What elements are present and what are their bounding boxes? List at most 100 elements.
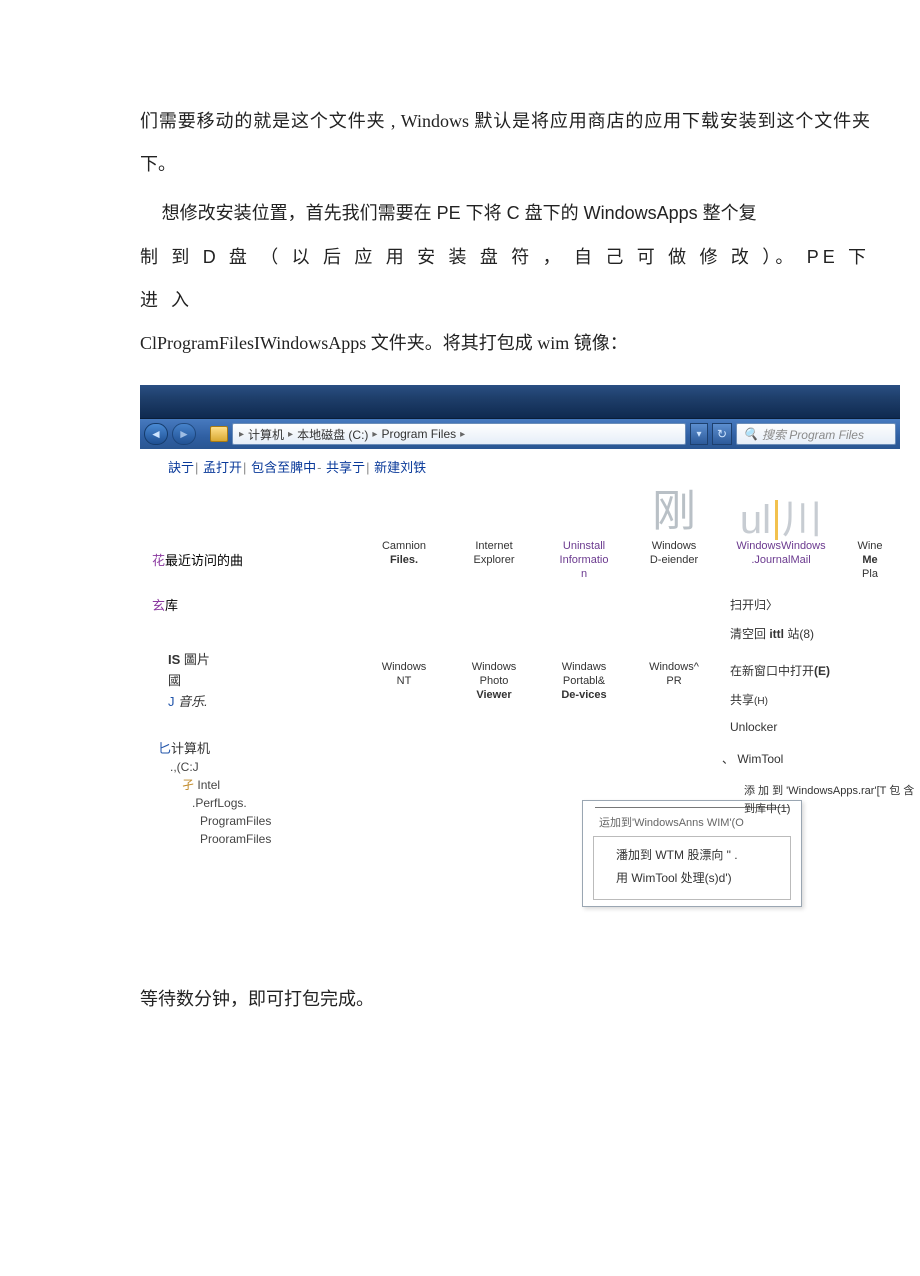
cmd-item[interactable]: 新建刘铁 [374, 460, 426, 475]
window-titlebar [140, 385, 900, 419]
rmenu-wimtool[interactable]: 、 WimTool [722, 740, 920, 773]
nav-item-guo[interactable]: 國 [152, 669, 302, 690]
folder-windows-media-player[interactable]: Wine Me Pla [850, 490, 890, 581]
nav-lib-label: 库 [165, 598, 178, 613]
folder-windows-photo-viewer[interactable]: Windows Photo Viewer [456, 611, 532, 702]
refresh-icon: ↻ [717, 427, 727, 441]
nav-c-drive[interactable]: .,(C:J [152, 758, 302, 776]
nav-intel-prefix: 孑 [182, 778, 194, 792]
folder-windows-nt[interactable]: Windows NT [366, 611, 442, 702]
folder-label: Photo [480, 675, 509, 687]
breadcrumb-seg-cdrive[interactable]: 本地磁盘 (C:) [297, 426, 368, 443]
folder-common-files[interactable]: Camnion Files. [366, 490, 442, 581]
folder-label: WindowsWindows [736, 540, 825, 552]
context-menu-item-add-wtm[interactable]: 潘加到 WTM 股漂向 " . [600, 843, 784, 866]
search-input[interactable]: 🔍 搜索 Program Files [736, 423, 896, 445]
refresh-button[interactable]: ↻ [712, 423, 732, 445]
chevron-right-icon: ▸ [372, 429, 377, 440]
cmd-item[interactable]: 共享亍 [326, 460, 365, 475]
rmenu-label: 站(8) [784, 627, 814, 641]
nav-perflogs[interactable]: .PerfLogs. [152, 794, 302, 812]
command-bar: 訣亍| 孟打开| 包含至脾中- 共享亍| 新建刘铁 [140, 449, 900, 480]
chevron-right-icon: ▸ [460, 429, 465, 440]
paragraph-3: 等待数分钟，即可打包完成。 [140, 950, 870, 1020]
folder-label: Windaws [562, 661, 607, 673]
nav-recent[interactable]: 花最近访问的曲 [152, 550, 302, 569]
nav-lib-prefix: 玄 [152, 598, 165, 613]
folder-label: Viewer [476, 689, 511, 701]
rmenu-label: ittl [769, 627, 784, 641]
rmenu-label: (H) [754, 696, 768, 707]
folder-label: Portabl& [563, 675, 605, 687]
search-icon: 🔍 [743, 427, 758, 441]
folder-label: Internet [475, 540, 512, 552]
nav-pictures[interactable]: IS 圖片 [152, 648, 302, 669]
paragraph-2b: 制 到 D 盘 （ 以 后 应 用 安 装 盘 符 ， 自 己 可 做 修 改 … [140, 236, 870, 322]
rmenu-share[interactable]: 共享(H) [722, 685, 920, 714]
folder-uninstall-information[interactable]: Uninstall Informatio n [546, 490, 622, 581]
nav-music-prefix: J [168, 694, 175, 709]
folder-label: PR [666, 675, 681, 687]
nav-forward-button[interactable]: ► [172, 423, 196, 445]
nav-programfiles-1[interactable]: ProgramFiles [152, 812, 302, 830]
nav-programfiles-2[interactable]: ProoramFiles [152, 830, 302, 848]
rmenu-empty-recycle[interactable]: 清空回 ittl 站(8) [722, 619, 920, 648]
folder-label: Wine [857, 540, 882, 552]
nav-libraries[interactable]: 玄库 [152, 595, 302, 614]
nav-back-button[interactable]: ◄ [144, 423, 168, 445]
context-menu-box: 潘加到 WTM 股漂向 " . 用 WimTool 处理(s)d') [593, 836, 791, 900]
folder-label: n [581, 568, 587, 580]
divider-icon [775, 500, 778, 540]
folder-windows-defender[interactable]: 刚 Windows D-eiender [636, 490, 712, 581]
folder-glyph: ul [740, 500, 771, 540]
explorer-client-area: 花最近访问的曲 玄库 IS 圖片 國 J 音乐. 匕计算机 .,(C:J [140, 480, 900, 950]
folder-label: Me [862, 554, 877, 566]
folder-windows-portable-devices[interactable]: Windaws Portabl& De-vices [546, 611, 622, 702]
folder-label: D-eiender [650, 554, 698, 566]
breadcrumb-seg-programfiles[interactable]: Program Files [381, 427, 456, 441]
nav-pic-prefix: IS [168, 652, 180, 667]
folder-icon [210, 426, 228, 442]
address-bar: ◄ ► ▸ 计算机 ▸ 本地磁盘 (C:) ▸ Program Files ▸ … [140, 419, 900, 449]
cmd-item[interactable]: 孟打开 [203, 460, 242, 475]
rmenu-label: 共享 [730, 693, 754, 707]
nav-recent-prefix: 花 [152, 553, 165, 568]
rmenu-open-new-window[interactable]: 在新窗口中打开(E) [722, 648, 920, 685]
folder-label: De-vices [561, 689, 606, 701]
nav-intel-label: Intel [197, 778, 220, 792]
context-menu-item-wimtool[interactable]: 用 WimTool 处理(s)d') [600, 866, 784, 889]
folder-label: Windows [382, 661, 427, 673]
breadcrumb-seg-computer[interactable]: 计算机 [248, 426, 284, 443]
rmenu-unlocker[interactable]: Unlocker [722, 714, 920, 740]
arrow-right-icon: ► [178, 427, 190, 441]
folder-windows-pr[interactable]: Windows^ PR [636, 611, 712, 702]
cmd-item[interactable]: 訣亍 [168, 460, 194, 475]
breadcrumb-dropdown-button[interactable]: ▾ [690, 423, 708, 445]
folder-internet-explorer[interactable]: Internet Explorer [456, 490, 532, 581]
nav-computer[interactable]: 匕计算机 [152, 737, 302, 758]
breadcrumb[interactable]: ▸ 计算机 ▸ 本地磁盘 (C:) ▸ Program Files ▸ [232, 423, 686, 445]
nav-music[interactable]: J 音乐. [152, 690, 302, 711]
paragraph-2c: ClProgramFilesIWindowsApps 文件夹。将其打包成 wim… [140, 322, 870, 365]
folder-glyph: 刚 [636, 490, 712, 540]
icon-row-1: Camnion Files. Internet Explorer Uninsta… [312, 490, 900, 581]
folder-label: Files. [390, 554, 418, 566]
folder-label: Informatio [560, 554, 609, 566]
paragraph-1: 们需要移动的就是这个文件夹 , Windows 默认是将应用商店的应用下载安装到… [140, 100, 870, 186]
folder-windows-journal-mail[interactable]: ul 川 WindowsWindows .JournalMail [726, 490, 836, 581]
folder-label: Pla [862, 568, 878, 580]
nav-comp-label: 计算机 [171, 741, 210, 756]
chevron-down-icon: ▾ [696, 429, 701, 440]
nav-recent-label: 最近访问的曲 [165, 553, 243, 568]
folder-icons-area: Camnion Files. Internet Explorer Uninsta… [312, 490, 900, 950]
folder-label: Windows [472, 661, 517, 673]
rmenu-add-to-rar[interactable]: 添 加 到 'WindowsApps.rar'[T 包 含 到库中(1) [722, 773, 920, 818]
navigation-pane: 花最近访问的曲 玄库 IS 圖片 國 J 音乐. 匕计算机 .,(C:J [152, 490, 302, 950]
folder-label: Windows [652, 540, 697, 552]
folder-glyph: 川 [782, 500, 822, 540]
paragraph-2a: 想修改安装位置，首先我们需要在 PE 下将 C 盘下的 WindowsApps … [140, 192, 870, 235]
rmenu-open[interactable]: 扫开归〉 [722, 590, 920, 619]
chevron-right-icon: ▸ [239, 429, 244, 440]
nav-intel[interactable]: 孑 Intel [152, 776, 302, 794]
cmd-item[interactable]: 包含至脾中 [251, 460, 316, 475]
